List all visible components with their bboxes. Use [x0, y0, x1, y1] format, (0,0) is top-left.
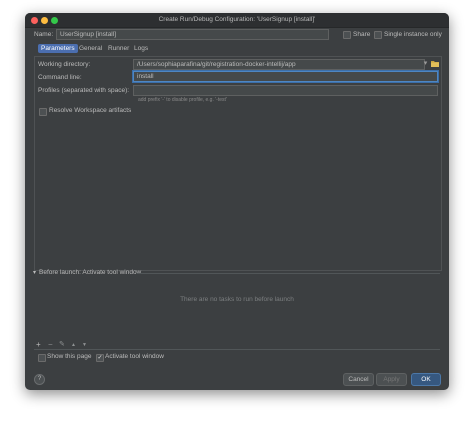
- profiles-hint: add prefix '-' to disable profile, e.g. …: [138, 97, 227, 103]
- activate-tool-window-label: Activate tool window: [105, 353, 164, 360]
- add-task-icon[interactable]: +: [36, 340, 41, 349]
- dialog-window: Create Run/Debug Configuration: 'UserSig…: [25, 13, 449, 390]
- folder-icon[interactable]: [431, 60, 439, 67]
- show-page-label: Show this page: [47, 353, 92, 360]
- activate-tool-window-checkbox[interactable]: ✓: [96, 354, 104, 362]
- window-title: Create Run/Debug Configuration: 'UserSig…: [158, 16, 316, 23]
- edit-task-icon[interactable]: ✎: [59, 340, 65, 348]
- name-field[interactable]: UserSignup [install]: [56, 29, 329, 40]
- toolbar-separator: [34, 349, 440, 350]
- before-launch-header[interactable]: Before launch: Activate tool window: [39, 269, 141, 276]
- empty-tasks-message: There are no tasks to run before launch: [180, 296, 294, 303]
- show-page-checkbox[interactable]: [38, 354, 46, 362]
- command-line-field[interactable]: install: [133, 71, 438, 82]
- tab-general[interactable]: General: [76, 44, 105, 53]
- command-line-label: Command line:: [38, 74, 82, 81]
- share-label: Share: [353, 31, 371, 38]
- profiles-field[interactable]: [133, 85, 438, 96]
- single-instance-checkbox[interactable]: [374, 31, 382, 39]
- profiles-label: Profiles (separated with space):: [38, 87, 130, 94]
- before-launch-task-list: [34, 278, 440, 335]
- tab-runner[interactable]: Runner: [105, 44, 132, 53]
- working-directory-label: Working directory:: [38, 61, 91, 68]
- resolve-workspace-checkbox[interactable]: [39, 108, 47, 116]
- name-label: Name:: [34, 31, 54, 38]
- remove-task-icon[interactable]: −: [48, 340, 53, 349]
- title-bar: Create Run/Debug Configuration: 'UserSig…: [25, 13, 449, 28]
- share-checkbox[interactable]: [343, 31, 351, 39]
- tab-parameters[interactable]: Parameters: [38, 44, 78, 53]
- single-instance-label: Single instance only: [384, 31, 442, 38]
- help-icon[interactable]: ?: [34, 374, 45, 385]
- variables-dropdown-icon[interactable]: ▾: [422, 59, 429, 68]
- resolve-workspace-label: Resolve Workspace artifacts: [49, 107, 132, 114]
- disclosure-triangle-icon[interactable]: ▾: [33, 269, 36, 276]
- tab-logs[interactable]: Logs: [131, 44, 151, 53]
- move-down-icon[interactable]: ▼: [82, 342, 87, 348]
- ok-button[interactable]: OK: [411, 373, 441, 386]
- cancel-button[interactable]: Cancel: [343, 373, 374, 386]
- apply-button[interactable]: Apply: [376, 373, 407, 386]
- before-launch-separator: [137, 273, 440, 274]
- working-directory-field[interactable]: /Users/sophiaparafina/git/registration-d…: [133, 59, 425, 70]
- move-up-icon[interactable]: ▲: [71, 342, 76, 348]
